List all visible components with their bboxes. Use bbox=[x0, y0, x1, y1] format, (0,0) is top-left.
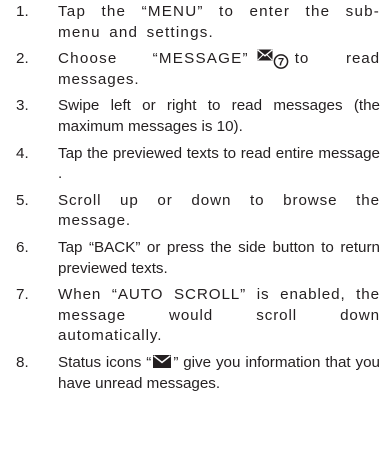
list-item-8: 8. Status icons “ ” give you information… bbox=[6, 353, 380, 394]
list-item-2: 2. Choose “MESSAGE” 7 to read messages. bbox=[6, 49, 380, 90]
step-text-before-icon: Status icons “ bbox=[58, 353, 152, 371]
list-item-4: 4. Tap the previewed texts to read entir… bbox=[6, 144, 380, 185]
message-envelope-icon: 7 bbox=[257, 49, 291, 70]
icon-digit: 7 bbox=[278, 57, 284, 69]
step-text-before-icon: Choose “MESSAGE” bbox=[58, 50, 249, 68]
instruction-list: 1. Tap the “MENU” to enter the sub-menu … bbox=[6, 2, 380, 394]
message-envelope-icon-graphic: 7 bbox=[257, 49, 289, 70]
step-text: Tap “BACK” or press the side button to r… bbox=[58, 238, 380, 277]
list-item-7: 7. When “AUTO SCROLL” is enabled, the me… bbox=[6, 285, 380, 347]
step-number: 7. bbox=[16, 286, 29, 304]
step-number: 8. bbox=[16, 353, 29, 371]
list-item-6: 6. Tap “BACK” or press the side button t… bbox=[6, 238, 380, 279]
step-text: Tap the previewed texts to read entire m… bbox=[58, 144, 380, 183]
instruction-page: 1. Tap the “MENU” to enter the sub-menu … bbox=[0, 0, 388, 454]
list-item-1: 1. Tap the “MENU” to enter the sub-menu … bbox=[6, 2, 380, 43]
list-item-5: 5. Scroll up or down to browse the messa… bbox=[6, 191, 380, 232]
step-number: 4. bbox=[16, 144, 29, 162]
step-number: 6. bbox=[16, 238, 29, 256]
list-item-3: 3. Swipe left or right to read messages … bbox=[6, 96, 380, 137]
step-number: 3. bbox=[16, 97, 29, 115]
step-number: 2. bbox=[16, 50, 29, 68]
step-number: 1. bbox=[16, 3, 29, 20]
step-number: 5. bbox=[16, 191, 29, 209]
step-text: When “AUTO SCROLL” is enabled, the messa… bbox=[58, 286, 380, 345]
step-text: Tap the “MENU” to enter the sub-menu and… bbox=[58, 3, 380, 41]
step-text: Swipe left or right to read messages (th… bbox=[58, 97, 380, 135]
step-text: Scroll up or down to browse the message. bbox=[58, 191, 380, 230]
unread-message-envelope-icon bbox=[153, 354, 172, 368]
